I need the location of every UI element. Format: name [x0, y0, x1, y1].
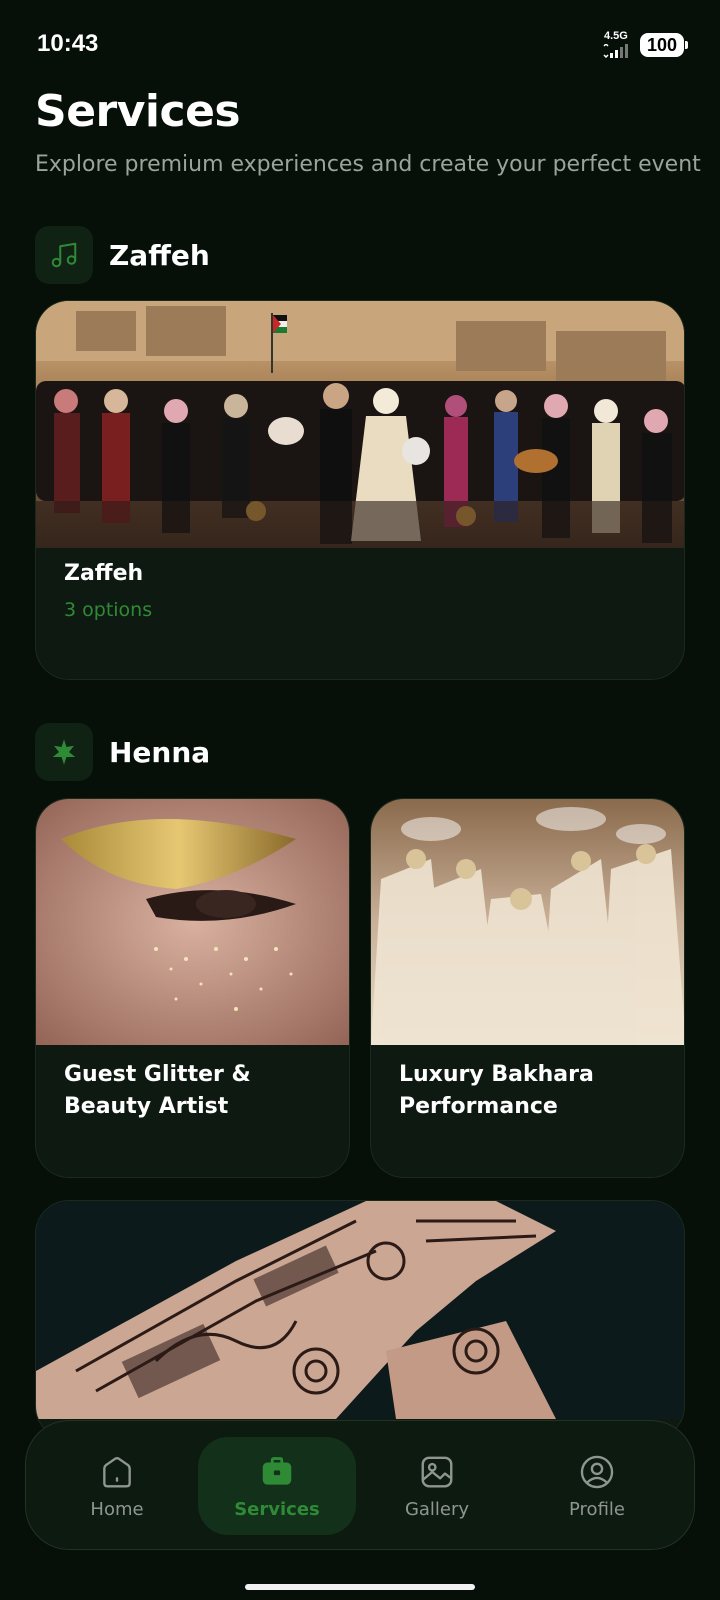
service-card-zaffeh[interactable]: Zaffeh 3 options [35, 300, 685, 680]
section-header-zaffeh: Zaffeh [35, 226, 210, 284]
section-title: Zaffeh [109, 238, 210, 272]
nav-label: Gallery [404, 1498, 470, 1520]
nav-label: Home [90, 1498, 144, 1520]
nav-item-home[interactable]: Home [38, 1437, 196, 1535]
bakhara-performance-photo [371, 799, 684, 1045]
glitter-eye-photo [36, 799, 349, 1045]
nav-item-gallery[interactable]: Gallery [358, 1437, 516, 1535]
card-options-count: 3 options [64, 599, 153, 621]
status-icons: 4.5G 100 [602, 30, 688, 58]
battery-level: 100 [646, 34, 678, 55]
page-subtitle: Explore premium experiences and create y… [35, 152, 701, 177]
service-card-bakhara-performance[interactable]: Luxury Bakhara Performance [370, 798, 685, 1178]
status-time: 10:43 [37, 30, 99, 57]
home-icon [103, 1456, 131, 1487]
battery-icon: 100 [640, 33, 688, 57]
service-card-henna-art[interactable] [35, 1200, 685, 1440]
network-signal-icon: 4.5G [602, 30, 632, 58]
section-header-henna: Henna [35, 723, 210, 781]
image-icon [421, 1456, 453, 1487]
bottom-navigation: Home Services Gallery Profile [25, 1420, 695, 1550]
nav-item-services[interactable]: Services [198, 1437, 356, 1535]
henna-leaf-icon [35, 723, 93, 781]
network-type-label: 4.5G [604, 30, 628, 42]
briefcase-icon [262, 1456, 292, 1485]
nav-item-profile[interactable]: Profile [518, 1437, 676, 1535]
page-title: Services [35, 86, 241, 137]
henna-hands-photo [36, 1201, 684, 1419]
service-card-glitter-artist[interactable]: Guest Glitter & Beauty Artist [35, 798, 350, 1178]
section-title: Henna [109, 735, 211, 769]
nav-label: Services [234, 1498, 320, 1520]
home-indicator[interactable] [245, 1584, 475, 1590]
card-title: Zaffeh [64, 561, 144, 586]
status-bar: 10:43 4.5G 100 [0, 0, 720, 92]
zaffeh-photo [36, 301, 684, 548]
nav-label: Profile [569, 1498, 625, 1520]
card-title: Guest Glitter & Beauty Artist [64, 1062, 251, 1119]
music-note-icon [35, 226, 93, 284]
user-circle-icon [580, 1455, 614, 1488]
card-title: Luxury Bakhara Performance [399, 1062, 594, 1119]
